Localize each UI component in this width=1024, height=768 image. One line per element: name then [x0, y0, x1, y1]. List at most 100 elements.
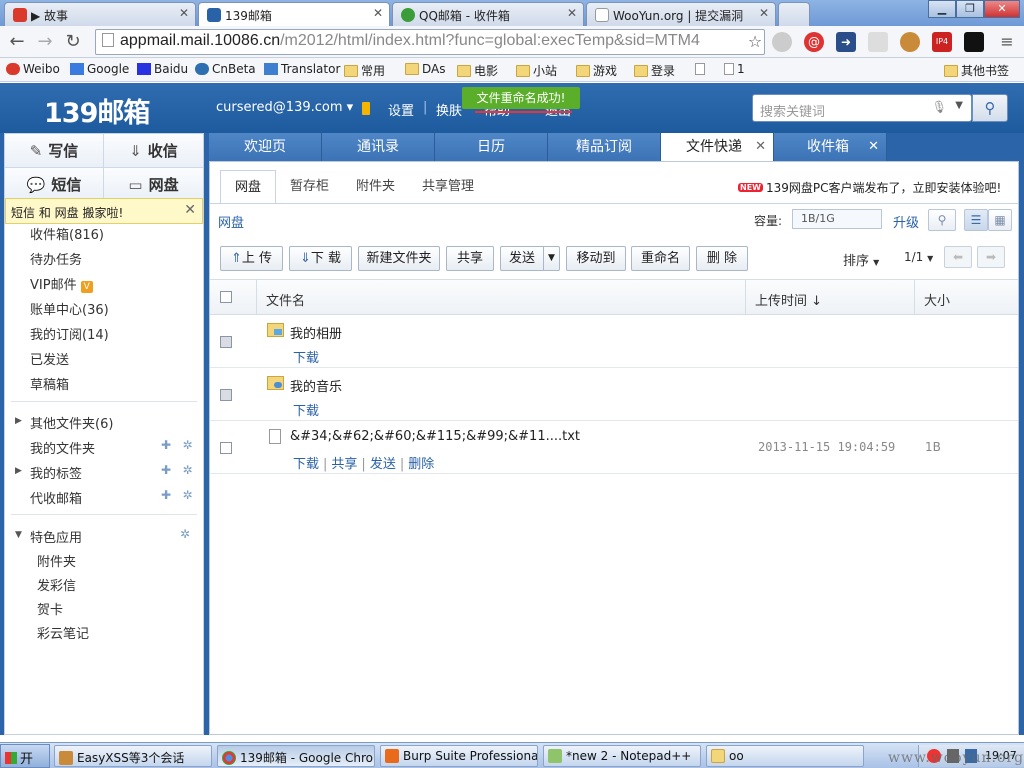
download-link[interactable]: 下载 — [293, 457, 319, 472]
group-my-tags[interactable]: 我的标签 — [30, 463, 82, 482]
column-header-time[interactable]: 上传时间 ↓ — [755, 290, 822, 309]
new-folder-button[interactable]: 新建文件夹 — [358, 246, 440, 271]
search-button[interactable]: ⚲ — [928, 209, 956, 231]
extension-arrow-icon[interactable]: ➜ — [836, 32, 856, 52]
start-button[interactable]: 开始 — [0, 744, 50, 768]
bookmark-folder-games[interactable]: 游戏 — [576, 62, 617, 79]
group-features[interactable]: 特色应用 — [30, 527, 82, 546]
tab-welcome[interactable]: 欢迎页 — [209, 133, 322, 161]
taskbar-item-notepad[interactable]: *new 2 - Notepad++ — [543, 745, 701, 767]
bookmark-page-1[interactable]: 1 — [724, 62, 745, 76]
tab-file-express[interactable]: 文件快递 ✕ — [661, 133, 774, 161]
download-link[interactable]: 下载 — [293, 404, 319, 419]
browser-tab-wooyun[interactable]: WooYun.org | 提交漏洞 ✕ — [586, 2, 776, 26]
folder-todo[interactable]: 待办任务 — [30, 249, 82, 268]
theme-link[interactable]: 换肤 — [436, 100, 462, 119]
app-mms[interactable]: 发彩信 — [37, 575, 76, 594]
plus-icon[interactable]: ✚ — [161, 463, 171, 477]
collapse-triangle-icon[interactable]: ▼ — [15, 530, 22, 540]
browser-tab-weibo[interactable]: ▶ 故事 ✕ — [4, 2, 196, 26]
caret-down-icon[interactable]: ▼ — [955, 100, 963, 111]
subtab-share-management[interactable]: 共享管理 — [408, 170, 488, 204]
plus-icon[interactable]: ✚ — [161, 438, 171, 452]
expand-triangle-icon[interactable]: ▶ — [15, 416, 22, 426]
select-all-checkbox[interactable] — [220, 291, 232, 303]
menu-icon[interactable]: ≡ — [996, 31, 1018, 53]
page-indicator[interactable]: 1/1 ▼ — [904, 250, 933, 264]
browser-tab-139mail[interactable]: 139邮箱 ✕ — [198, 2, 390, 27]
bookmark-cnbeta[interactable]: CnBeta — [195, 62, 256, 76]
user-account-menu[interactable]: cursered@139.com ▾ — [216, 100, 353, 115]
move-to-button[interactable]: 移动到 — [566, 246, 626, 271]
mail-logo[interactable]: 139邮箱 — [44, 91, 150, 130]
table-row[interactable]: &#34;&#62;&#60;&#115;&#99;&#11....txt 下载… — [210, 421, 1018, 474]
write-mail-button[interactable]: ✎ 写信 — [5, 134, 104, 168]
prev-page-button[interactable]: ⬅ — [944, 246, 972, 268]
folder-drafts[interactable]: 草稿箱 — [30, 374, 69, 393]
close-icon[interactable]: ✕ — [759, 6, 769, 20]
close-icon[interactable]: ✕ — [868, 133, 879, 161]
close-icon[interactable]: ✕ — [567, 6, 577, 20]
breadcrumb[interactable]: 网盘 — [218, 212, 244, 231]
row-checkbox[interactable] — [220, 336, 232, 348]
phone-icon[interactable] — [362, 102, 370, 115]
taskbar-item-easyxss[interactable]: EasyXSS等3个会话 — [54, 745, 212, 767]
reload-icon[interactable]: ↻ — [62, 31, 84, 53]
promo-link[interactable]: NEW 139网盘PC客户端发布了，立即安装体验吧! — [738, 179, 1001, 196]
list-view-icon[interactable]: ☰ — [964, 209, 988, 231]
folder-vip[interactable]: VIP邮件 V — [30, 274, 93, 293]
table-row[interactable]: 我的音乐 下载 — [210, 368, 1018, 421]
file-name[interactable]: 我的相册 — [290, 323, 342, 342]
search-button[interactable]: ⚲ — [972, 94, 1008, 122]
group-proxy-mail[interactable]: 代收邮箱 — [30, 488, 82, 507]
extension-cloud-icon[interactable] — [868, 32, 888, 52]
folder-subscriptions[interactable]: 我的订阅(14) — [30, 324, 109, 343]
address-bar[interactable]: appmail.mail.10086.cn/m2012/html/index.h… — [95, 29, 765, 55]
bookmark-folder-common[interactable]: 常用 — [344, 62, 385, 79]
upgrade-link[interactable]: 升级 — [893, 212, 919, 231]
gear-icon[interactable]: ✲ — [183, 463, 193, 477]
app-attachments[interactable]: 附件夹 — [37, 551, 76, 570]
extension-globe-icon[interactable] — [772, 32, 792, 52]
star-icon[interactable]: ☆ — [744, 31, 766, 53]
close-icon[interactable]: ✕ — [184, 202, 196, 218]
other-bookmarks[interactable]: 其他书签 — [944, 62, 1009, 79]
plus-icon[interactable]: ✚ — [161, 488, 171, 502]
receive-mail-button[interactable]: ⇓ 收信 — [104, 134, 203, 168]
delete-link[interactable]: 删除 — [408, 457, 434, 472]
bookmark-google[interactable]: Google — [70, 62, 129, 76]
bookmark-page[interactable] — [695, 62, 708, 76]
folder-inbox[interactable]: 收件箱(816) — [30, 224, 104, 243]
send-link[interactable]: 发送 — [370, 457, 396, 472]
gear-icon[interactable]: ✲ — [183, 488, 193, 502]
taskbar-item-chrome[interactable]: 139邮箱 - Google Chrome — [217, 745, 375, 767]
file-name[interactable]: &#34;&#62;&#60;&#115;&#99;&#11....txt — [290, 429, 580, 444]
bookmark-translator[interactable]: Translator — [264, 62, 340, 76]
group-my-folders[interactable]: 我的文件夹 — [30, 438, 95, 457]
next-page-button[interactable]: ➡ — [977, 246, 1005, 268]
bookmark-folder-das[interactable]: DAs — [405, 62, 446, 76]
send-dropdown-button[interactable]: ▼ — [543, 246, 560, 271]
extension-ipv4-icon[interactable]: IP4 — [932, 32, 952, 52]
search-input[interactable]: 搜索关键词 🎙 ▼ — [752, 94, 972, 122]
close-icon[interactable]: ✕ — [755, 133, 766, 161]
extension-cookie-icon[interactable] — [900, 32, 920, 52]
column-header-size[interactable]: 大小 — [924, 290, 950, 309]
share-link[interactable]: 共享 — [331, 457, 357, 472]
delete-button[interactable]: 删 除 — [696, 246, 748, 271]
row-checkbox[interactable] — [220, 389, 232, 401]
netdisk-button[interactable]: ▭ 网盘 — [104, 168, 203, 202]
extension-mask-icon[interactable] — [964, 32, 984, 52]
bookmark-folder-movies[interactable]: 电影 — [457, 62, 498, 79]
download-link[interactable]: 下载 — [293, 351, 319, 366]
gear-icon[interactable]: ✲ — [183, 438, 193, 452]
gear-icon[interactable]: ✲ — [180, 527, 190, 541]
app-cloud-notes[interactable]: 彩云笔记 — [37, 623, 89, 642]
folder-sent[interactable]: 已发送 — [30, 349, 69, 368]
sms-button[interactable]: 💬 短信 — [5, 168, 104, 202]
extension-at-icon[interactable]: @ — [804, 32, 824, 52]
tab-calendar[interactable]: 日历 — [435, 133, 548, 161]
bookmark-weibo[interactable]: Weibo — [6, 62, 60, 76]
bookmark-folder-sites[interactable]: 小站 — [516, 62, 557, 79]
forward-arrow-icon[interactable]: → — [34, 31, 56, 53]
